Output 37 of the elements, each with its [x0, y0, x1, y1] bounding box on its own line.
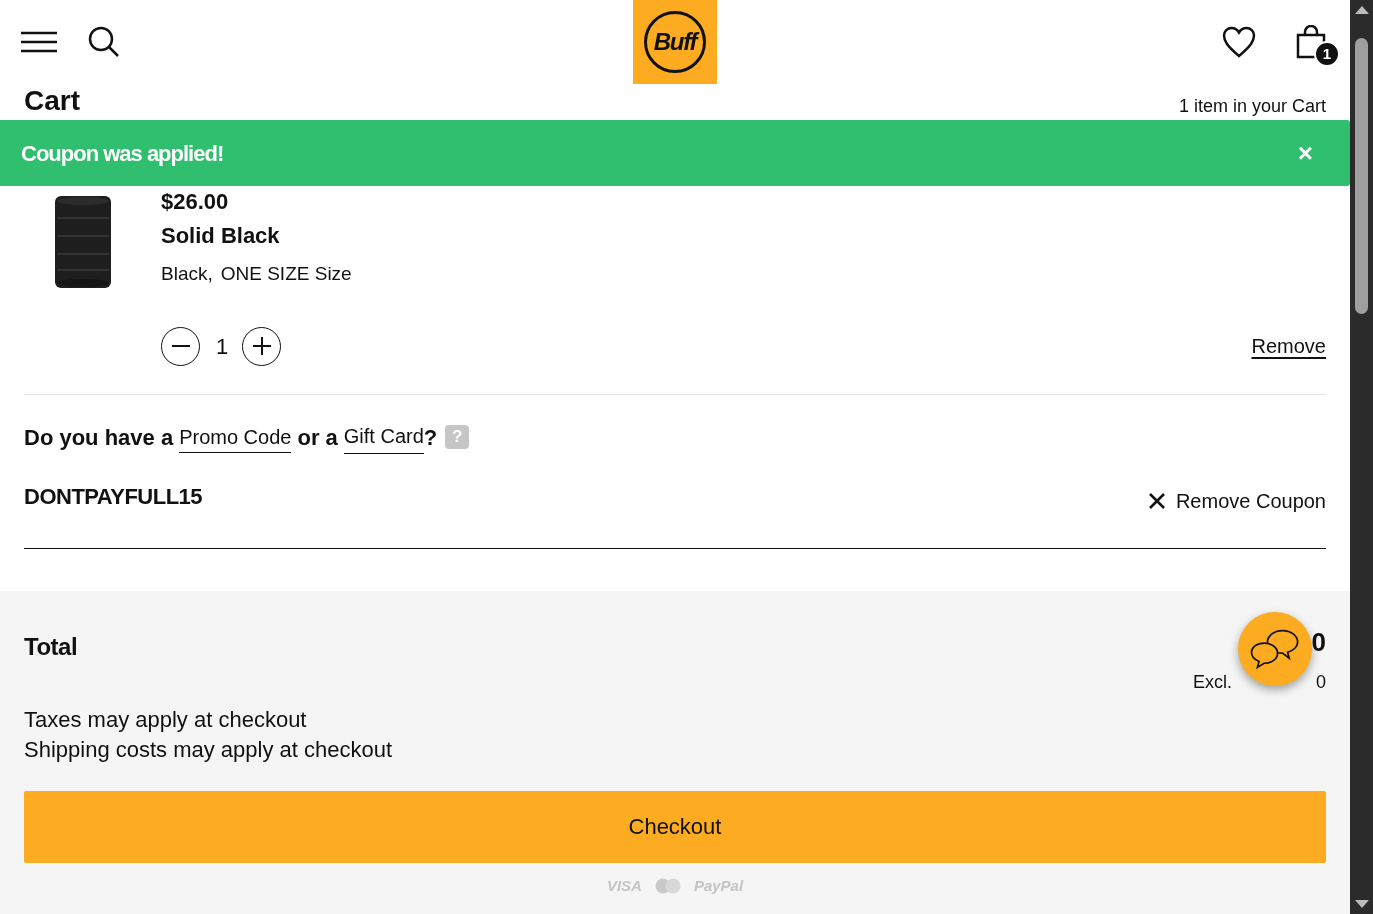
quantity: 1: [216, 332, 226, 361]
item-color: Black,: [161, 262, 213, 286]
logo[interactable]: Buff: [633, 0, 717, 84]
item-count: 1 item in your Cart: [1178, 97, 1326, 115]
search-icon[interactable]: [88, 26, 120, 58]
close-icon: [1147, 491, 1166, 510]
toast-message: Coupon was applied!: [21, 139, 224, 168]
scrollbar[interactable]: [1350, 0, 1373, 914]
scroll-up-icon[interactable]: [1354, 6, 1369, 14]
checkout-button[interactable]: Checkout: [24, 790, 1326, 863]
minus-icon: [171, 345, 190, 347]
scrollbar-thumb[interactable]: [1355, 38, 1368, 314]
remove-coupon-button[interactable]: Remove Coupon: [1147, 485, 1326, 516]
cart-badge: 1: [1314, 41, 1340, 67]
promo-text: or a: [297, 423, 338, 452]
coupon-code: DONTPAYFULL15: [24, 482, 203, 511]
item-price: $26.00: [161, 188, 230, 216]
gift-card-link[interactable]: Gift Card: [343, 420, 424, 454]
checkout-note: Taxes may apply at checkout: [24, 705, 307, 734]
tax-value: 0: [1316, 670, 1326, 694]
checkout-note: Shipping costs may apply at checkout: [24, 735, 393, 764]
scroll-down-icon[interactable]: [1354, 900, 1369, 908]
chat-icon: [1249, 628, 1301, 670]
card-logo-icon: [653, 877, 682, 894]
promo-text: ?: [423, 423, 438, 452]
page-title: Cart: [24, 87, 80, 115]
plus-icon: [252, 337, 271, 355]
total-label: Total: [24, 631, 78, 662]
tax-note: Excl.: [1192, 670, 1232, 694]
menu-icon[interactable]: [20, 31, 58, 53]
item-size: ONE SIZE Size: [220, 262, 352, 286]
promo-text: Do you have a: [24, 423, 174, 452]
heart-icon[interactable]: [1222, 26, 1256, 58]
item-name: Solid Black: [161, 222, 281, 250]
promo-code-link[interactable]: Promo Code: [179, 421, 292, 453]
total-value: 0: [1311, 628, 1326, 655]
remove-link[interactable]: Remove: [1251, 331, 1326, 361]
